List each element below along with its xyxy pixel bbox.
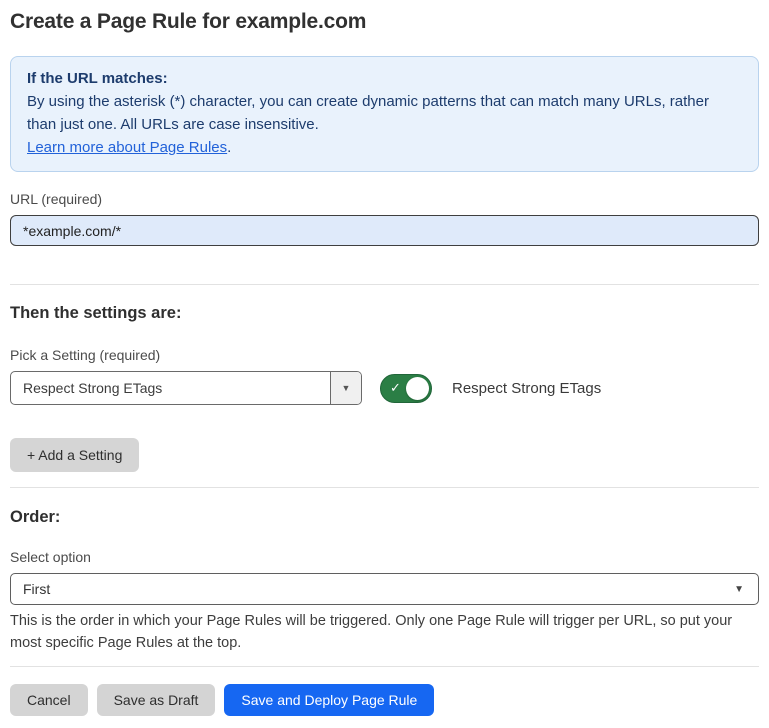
info-box-link-line: Learn more about Page Rules. [27, 136, 742, 159]
setting-select-value: Respect Strong ETags [11, 372, 330, 404]
save-and-deploy-button[interactable]: Save and Deploy Page Rule [224, 684, 434, 716]
page-rule-form: Create a Page Rule for example.com If th… [0, 10, 769, 716]
order-select-label: Select option [10, 549, 759, 565]
order-select-value: First [23, 581, 50, 597]
save-as-draft-button[interactable]: Save as Draft [97, 684, 216, 716]
order-help-text: This is the order in which your Page Rul… [10, 611, 759, 654]
url-field-label: URL (required) [10, 191, 759, 207]
divider [10, 487, 759, 488]
learn-more-link[interactable]: Learn more about Page Rules [27, 139, 227, 156]
link-period: . [227, 139, 231, 156]
url-input[interactable] [10, 215, 759, 246]
setting-row: Respect Strong ETags ▼ ✓ Respect Strong … [10, 371, 759, 405]
info-box-heading: If the URL matches: [27, 67, 742, 90]
check-icon: ✓ [390, 380, 401, 396]
toggle-label: Respect Strong ETags [452, 380, 601, 397]
url-match-info-box: If the URL matches: By using the asteris… [10, 56, 759, 172]
setting-toggle[interactable]: ✓ [380, 374, 432, 403]
divider [10, 284, 759, 285]
settings-section-heading: Then the settings are: [10, 304, 759, 323]
add-setting-button[interactable]: + Add a Setting [10, 438, 139, 472]
chevron-down-icon[interactable]: ▼ [330, 372, 361, 404]
cancel-button[interactable]: Cancel [10, 684, 88, 716]
page-title: Create a Page Rule for example.com [10, 10, 759, 34]
divider [10, 666, 759, 667]
pick-setting-label: Pick a Setting (required) [10, 347, 759, 363]
order-select[interactable]: First ▼ [10, 573, 759, 605]
setting-select[interactable]: Respect Strong ETags ▼ [10, 371, 362, 405]
footer-actions: Cancel Save as Draft Save and Deploy Pag… [10, 684, 759, 716]
order-section-heading: Order: [10, 508, 759, 527]
toggle-knob [406, 377, 429, 400]
info-box-body: By using the asterisk (*) character, you… [27, 90, 742, 136]
chevron-down-icon[interactable]: ▼ [734, 584, 744, 595]
